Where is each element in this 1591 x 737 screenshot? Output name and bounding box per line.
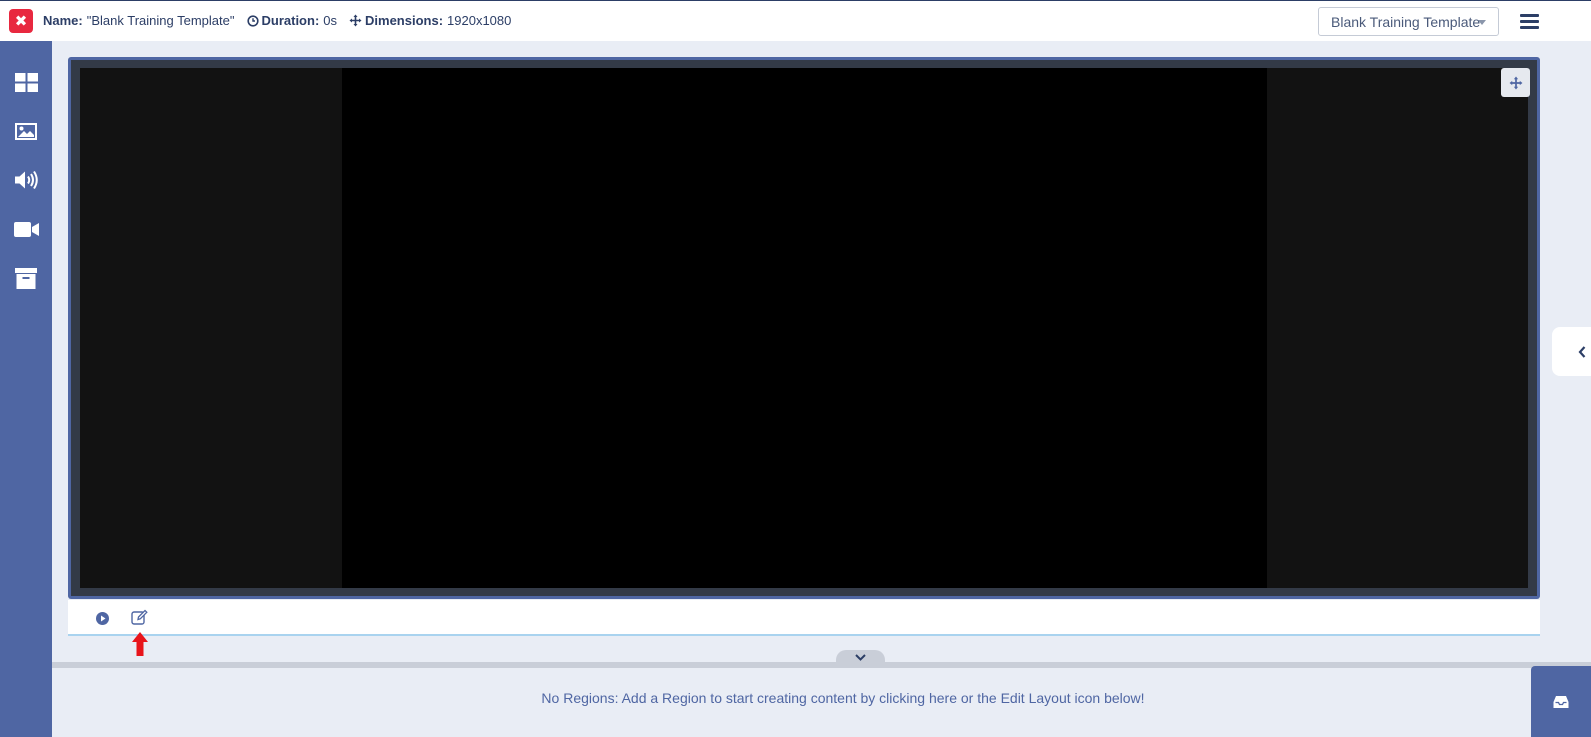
archive-icon [15, 267, 37, 289]
properties-panel-toggle[interactable] [1552, 327, 1591, 376]
name-label: Name: [43, 13, 83, 28]
sidebar-item-audio[interactable] [0, 162, 52, 198]
timeline: No Regions: Add a Region to start creati… [52, 668, 1591, 737]
no-regions-message[interactable]: No Regions: Add a Region to start creati… [52, 690, 1591, 706]
audio-icon [14, 170, 38, 190]
dimensions-value: 1920x1080 [447, 13, 512, 28]
close-icon: ✖ [14, 13, 28, 30]
layout-canvas[interactable] [342, 68, 1267, 588]
inbox-icon [1553, 695, 1569, 708]
annotation-arrow-up-icon [132, 632, 148, 656]
sidebar-item-layouts[interactable] [0, 64, 52, 100]
edit-icon [131, 609, 148, 625]
menu-icon[interactable] [1520, 14, 1539, 30]
sidebar-item-images[interactable] [0, 113, 52, 149]
toolbox-button[interactable] [1531, 666, 1591, 737]
image-icon [15, 122, 37, 140]
layout-viewer [68, 57, 1540, 599]
timeline-collapse-toggle[interactable] [836, 650, 885, 665]
chevron-down-icon [855, 654, 866, 661]
sidebar-item-video[interactable] [0, 211, 52, 247]
sidebar [0, 41, 52, 737]
viewer-frame [71, 60, 1537, 596]
name-value: "Blank Training Template" [86, 13, 235, 28]
duration-value: 0s [323, 13, 338, 28]
arrows-move-icon [349, 14, 362, 27]
sidebar-item-library[interactable] [0, 260, 52, 296]
caret-down-icon [1478, 20, 1486, 25]
layout-info: Name: "Blank Training Template" Duration… [43, 13, 523, 28]
video-icon [13, 221, 39, 237]
template-select[interactable]: Blank Training Template [1318, 7, 1499, 36]
top-bar: ✖ Name: "Blank Training Template" Durati… [0, 0, 1591, 41]
edit-layout-button[interactable] [131, 609, 148, 631]
play-circle-icon [96, 612, 109, 625]
move-viewer-button[interactable] [1501, 68, 1530, 97]
viewer-toolbar [68, 600, 1540, 636]
arrows-move-icon [1509, 76, 1522, 89]
template-select-value: Blank Training Template [1331, 13, 1481, 30]
dimensions-label: Dimensions: [365, 13, 444, 28]
play-preview-button[interactable] [95, 611, 110, 631]
duration-label: Duration: [261, 13, 320, 28]
layout-grid-icon [14, 72, 38, 92]
close-button[interactable]: ✖ [9, 9, 33, 33]
chevron-left-icon [1578, 345, 1585, 358]
clock-icon [246, 14, 259, 27]
